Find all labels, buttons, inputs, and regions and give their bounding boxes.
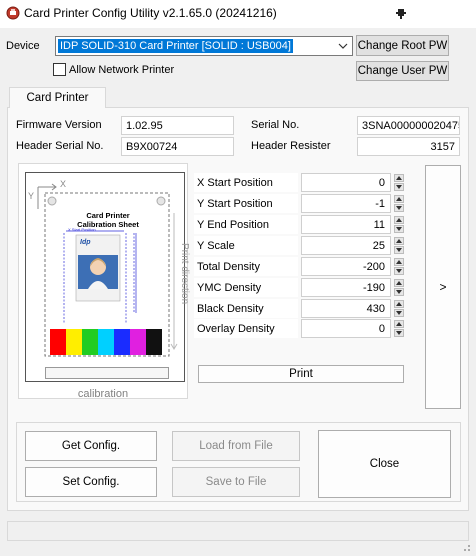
serial-value: 3SNA000000020475 <box>357 116 460 135</box>
color-bar-green <box>82 329 98 355</box>
print-direction-label: Print direction <box>179 243 190 305</box>
spin-down-icon[interactable] <box>394 204 404 212</box>
allow-network-label: Allow Network Printer <box>69 64 175 76</box>
save-to-file-button[interactable]: Save to File <box>172 467 300 497</box>
pin-icon[interactable] <box>394 6 408 20</box>
color-bar-black <box>146 329 162 355</box>
preview-frame: Y X Card Printer Calibration Sheet X Sta… <box>25 172 190 382</box>
color-bar-magenta <box>130 329 146 355</box>
spin-up-icon[interactable] <box>394 216 404 224</box>
header-serial-label: Header Serial No. <box>16 140 104 152</box>
allow-network-checkbox[interactable] <box>53 63 66 76</box>
param-value-input[interactable]: 0 <box>301 319 391 338</box>
print-button[interactable]: Print <box>198 365 404 383</box>
param-value-input[interactable]: 430 <box>301 299 391 318</box>
spin-down-icon[interactable] <box>394 225 404 233</box>
get-config-button[interactable]: Get Config. <box>25 431 157 461</box>
spin-up-icon[interactable] <box>394 258 404 266</box>
resize-grip-icon[interactable] <box>460 541 472 553</box>
printer-app-icon <box>6 6 20 20</box>
device-select[interactable]: IDP SOLID-310 Card Printer [SOLID : USB0… <box>55 36 353 56</box>
x-axis-label: X <box>60 179 67 189</box>
spin-down-icon[interactable] <box>394 183 404 191</box>
card-brand-logo: Idp <box>80 239 91 246</box>
print-offset-ruler <box>45 367 169 379</box>
param-spinner[interactable] <box>394 174 404 191</box>
color-bar-cyan <box>98 329 114 355</box>
param-spinner[interactable] <box>394 216 404 233</box>
chevron-down-icon <box>336 39 350 53</box>
color-bar-yellow <box>66 329 82 355</box>
spin-down-icon[interactable] <box>394 288 404 296</box>
color-bar-blue <box>114 329 130 355</box>
header-serial-value: B9X00724 <box>121 137 234 156</box>
param-spinner[interactable] <box>394 320 404 337</box>
spin-down-icon[interactable] <box>394 329 404 337</box>
param-label: YMC Density <box>194 278 298 297</box>
param-label: Total Density <box>194 257 298 276</box>
change-user-pw-button[interactable]: Change User PW <box>356 61 449 81</box>
color-bar-red <box>50 329 66 355</box>
device-label: Device <box>6 40 40 52</box>
window-title: Card Printer Config Utility v2.1.65.0 (2… <box>24 6 277 20</box>
param-spinner[interactable] <box>394 279 404 296</box>
y-axis-label: Y <box>28 191 35 201</box>
sheet-title-line1: Card Printer <box>86 211 130 220</box>
header-resister-label: Header Resister <box>251 140 331 152</box>
param-spinner[interactable] <box>394 195 404 212</box>
param-label: Y Start Position <box>194 194 298 213</box>
param-value-input[interactable]: -1 <box>301 194 391 213</box>
expand-button[interactable]: > <box>425 165 461 409</box>
param-label: Y End Position <box>194 215 298 234</box>
spin-up-icon[interactable] <box>394 195 404 203</box>
serial-label: Serial No. <box>251 119 300 131</box>
firmware-label: Firmware Version <box>16 119 102 131</box>
spin-up-icon[interactable] <box>394 279 404 287</box>
param-spinner[interactable] <box>394 237 404 254</box>
param-spinner[interactable] <box>394 300 404 317</box>
param-value-input[interactable]: -200 <box>301 257 391 276</box>
change-root-pw-button[interactable]: Change Root PW <box>356 35 449 56</box>
param-label: Black Density <box>194 299 298 318</box>
param-label: X Start Position <box>194 173 298 192</box>
spin-up-icon[interactable] <box>394 300 404 308</box>
status-bar <box>7 521 469 541</box>
load-from-file-button[interactable]: Load from File <box>172 431 300 461</box>
param-value-input[interactable]: -190 <box>301 278 391 297</box>
color-bars <box>50 329 162 355</box>
spin-down-icon[interactable] <box>394 309 404 317</box>
device-select-value: IDP SOLID-310 Card Printer [SOLID : USB0… <box>58 39 293 53</box>
spin-up-icon[interactable] <box>394 174 404 182</box>
set-config-button[interactable]: Set Config. <box>25 467 157 497</box>
preview-caption: calibration <box>77 388 129 400</box>
tab-card-printer[interactable]: Card Printer <box>9 87 106 108</box>
spin-up-icon[interactable] <box>394 237 404 245</box>
param-value-input[interactable]: 11 <box>301 215 391 234</box>
spin-down-icon[interactable] <box>394 246 404 254</box>
param-label: Y Scale <box>194 236 298 255</box>
param-value-input[interactable]: 0 <box>301 173 391 192</box>
header-resister-value: 3157 <box>357 137 460 156</box>
close-button[interactable]: Close <box>318 430 451 498</box>
param-label: Overlay Density <box>194 319 298 338</box>
firmware-value: 1.02.95 <box>121 116 234 135</box>
spin-up-icon[interactable] <box>394 320 404 328</box>
param-value-input[interactable]: 25 <box>301 236 391 255</box>
inner-x-start-label: X Start Position <box>68 227 96 232</box>
spin-down-icon[interactable] <box>394 267 404 275</box>
param-spinner[interactable] <box>394 258 404 275</box>
